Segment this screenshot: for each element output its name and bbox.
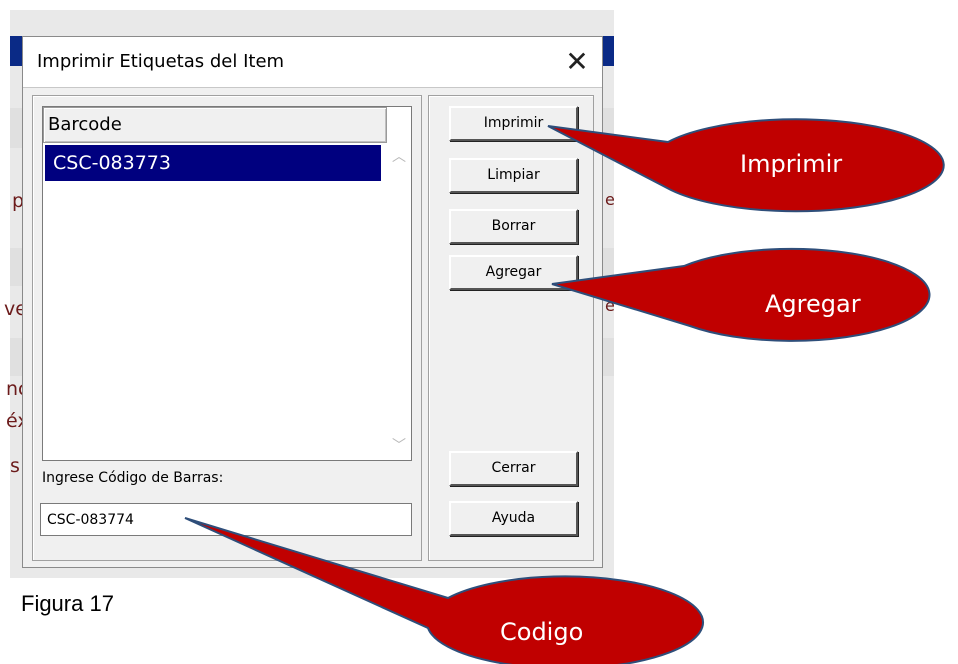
agregar-callout-label: Agregar	[765, 290, 861, 318]
agregar-callout-bubble	[551, 247, 931, 342]
figure-caption: Figura 17	[21, 591, 114, 616]
codigo-callout-bubble	[184, 517, 704, 664]
codigo-callout-label: Codigo	[500, 618, 584, 646]
callouts-layer	[184, 118, 945, 664]
imprimir-callout-label: Imprimir	[740, 150, 843, 178]
